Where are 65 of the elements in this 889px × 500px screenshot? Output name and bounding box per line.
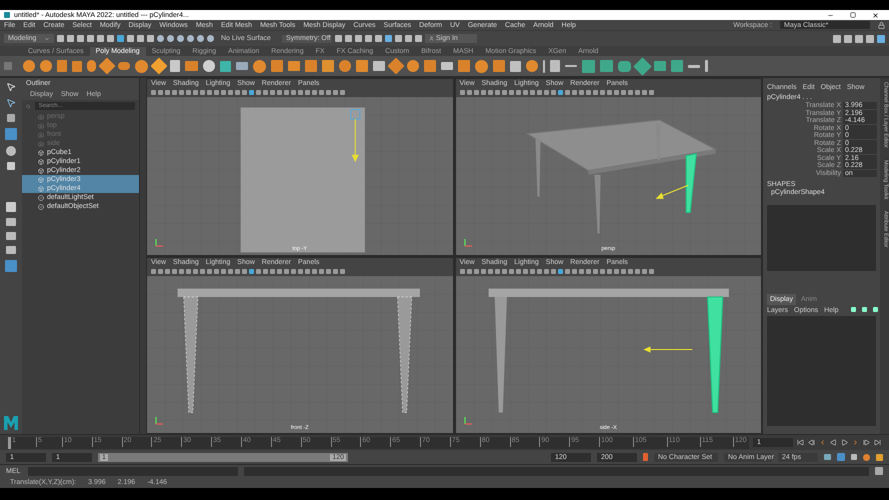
skip-to-end-icon[interactable] <box>874 439 881 446</box>
axis-icon <box>464 417 472 425</box>
select-tool-icon[interactable] <box>6 82 16 92</box>
play-icon[interactable] <box>841 439 848 446</box>
play-backwards-icon[interactable] <box>830 439 837 446</box>
cube-icon <box>38 186 44 192</box>
sound-icon[interactable] <box>851 454 857 460</box>
shelf-tool-icon[interactable] <box>118 62 130 70</box>
camera-icon <box>38 114 44 120</box>
next-key-icon[interactable] <box>852 439 859 446</box>
shelf-tool-icon[interactable] <box>40 60 52 72</box>
axis-icon <box>464 238 472 246</box>
shelf-tool-icon[interactable] <box>475 60 488 72</box>
camera-icon <box>38 140 44 146</box>
shelf-tool-icon[interactable] <box>220 60 231 72</box>
checkmark-circle-icon <box>38 204 44 210</box>
cube-icon <box>38 176 44 182</box>
preferences-icon[interactable] <box>863 454 870 460</box>
shelf-tool-icon[interactable] <box>407 60 419 72</box>
current-frame-marker[interactable] <box>8 436 11 448</box>
shelf-tool-icon[interactable] <box>135 60 148 72</box>
shelf-tool-icon[interactable] <box>705 60 708 72</box>
shelf-tool-icon[interactable] <box>688 64 700 68</box>
previous-key-icon[interactable] <box>819 439 826 446</box>
maximize-icon[interactable] <box>850 12 856 18</box>
close-icon[interactable] <box>872 12 879 18</box>
shelf-tool-icon[interactable] <box>72 60 82 72</box>
rotate-tool-icon[interactable] <box>6 146 16 156</box>
shelf-tool-icon[interactable] <box>203 60 215 72</box>
shelf-tool-icon[interactable] <box>253 60 266 72</box>
lasso-tool-icon[interactable] <box>6 98 16 108</box>
selected-leg-drawing <box>685 153 696 214</box>
move-arrow-icon <box>642 346 692 352</box>
shelf-tool-icon[interactable] <box>87 60 96 72</box>
character-icon[interactable] <box>876 454 883 460</box>
axis-icon <box>155 417 163 425</box>
shelf-tool-icon[interactable] <box>618 60 631 72</box>
shelf-tool-icon[interactable] <box>526 60 538 72</box>
cube-icon <box>38 168 44 174</box>
axis-icon <box>155 238 163 246</box>
step-back-icon[interactable] <box>808 439 815 446</box>
app-logo-icon <box>4 12 10 18</box>
user-icon <box>429 36 434 41</box>
camera-icon <box>38 122 44 128</box>
shelf-tool-icon[interactable] <box>339 60 351 72</box>
shelf-tool-icon[interactable] <box>23 60 35 72</box>
shelf-tool-icon[interactable] <box>510 60 521 72</box>
search-icon <box>26 104 31 108</box>
cube-icon <box>38 158 44 164</box>
shelf-tool-icon[interactable] <box>582 60 595 72</box>
checkmark-circle-icon <box>38 194 44 200</box>
caret-icon <box>44 36 50 42</box>
shelf-tool-icon[interactable] <box>633 56 652 76</box>
move-arrow-icon <box>350 109 360 162</box>
skip-to-start-icon[interactable] <box>797 439 804 446</box>
shelf-tool-icon[interactable] <box>388 58 404 74</box>
step-forward-icon[interactable] <box>863 439 870 446</box>
camera-icon <box>38 132 44 138</box>
maya-logo-icon <box>4 416 18 430</box>
shelf-tool-icon[interactable] <box>150 58 168 74</box>
move-arrow-icon <box>655 184 688 199</box>
cube-icon <box>38 150 44 156</box>
lock-icon[interactable] <box>878 22 885 28</box>
command-input[interactable] <box>28 466 238 476</box>
range-slider-fill[interactable] <box>98 452 348 462</box>
